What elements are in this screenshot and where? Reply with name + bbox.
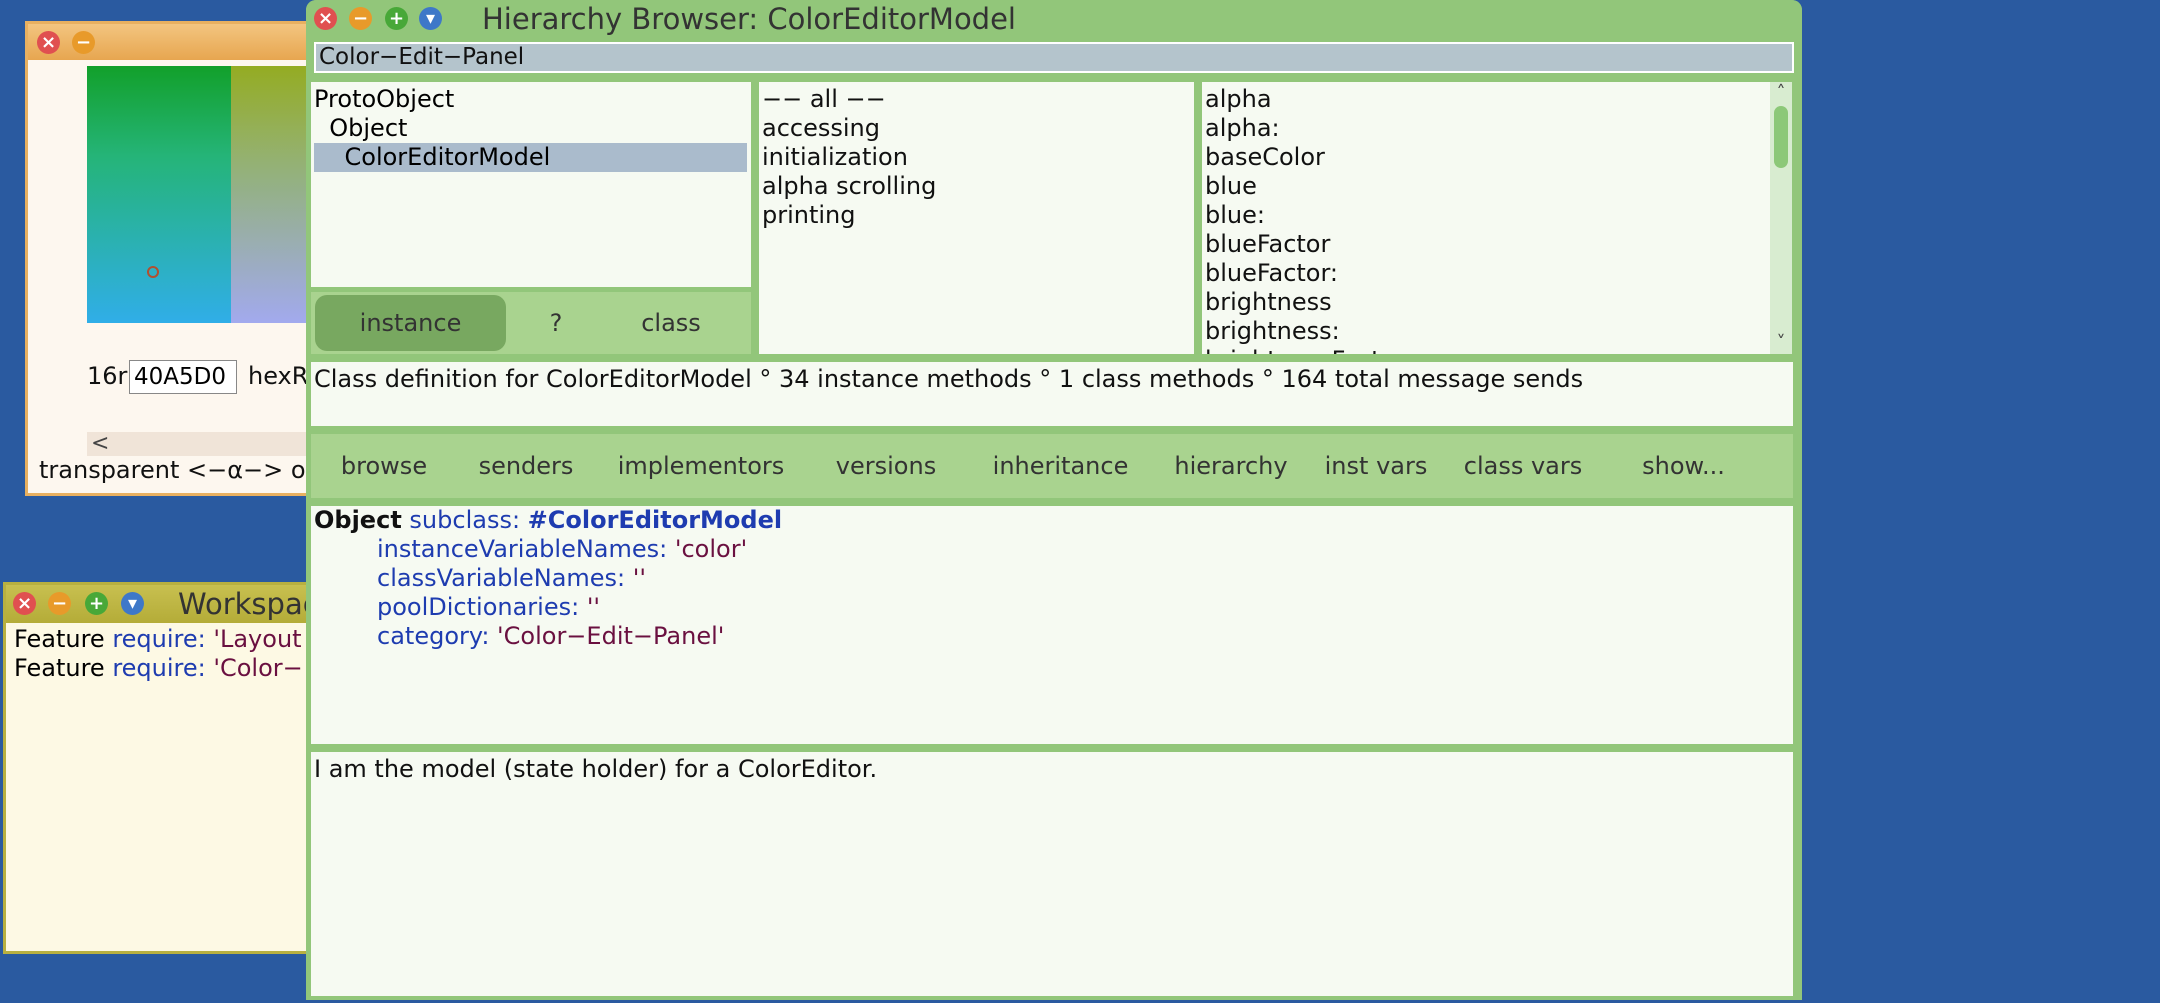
minimize-icon[interactable]: −	[349, 7, 372, 30]
color-editor-titlebar[interactable]: × −	[28, 24, 342, 60]
alpha-label: transparent <−α−> o	[39, 456, 306, 484]
hex-prefix-label: 16r	[87, 362, 128, 390]
class-toggle-button[interactable]: class	[601, 295, 741, 351]
workspace-line[interactable]: Feature require: 'Layout	[14, 625, 302, 653]
selector-item[interactable]: blueFactor	[1205, 230, 1792, 259]
workspace-titlebar[interactable]: × − + ▾ Workspac	[6, 585, 320, 623]
selector-item[interactable]: blue:	[1205, 201, 1792, 230]
window-menu-icon[interactable]: ▾	[419, 7, 442, 30]
minimize-icon[interactable]: −	[48, 592, 71, 615]
category-list[interactable]: −− all −− accessing initialization alpha…	[759, 82, 1194, 354]
browser-title: Hierarchy Browser: ColorEditorModel	[482, 2, 1016, 36]
scroll-down-icon[interactable]: ˅	[1770, 332, 1792, 354]
workspace-window[interactable]: × − + ▾ Workspac Feature require: 'Layou…	[3, 582, 323, 954]
class-info-text: Class definition for ColorEditorModel ° …	[314, 365, 1584, 393]
category-item[interactable]: printing	[762, 201, 1194, 230]
class-comment-text: I am the model (state holder) for a Colo…	[314, 755, 878, 783]
selector-item[interactable]: blueFactor:	[1205, 259, 1792, 288]
versions-button[interactable]: versions	[811, 434, 961, 498]
selector-item[interactable]: blue	[1205, 172, 1792, 201]
code-line: instanceVariableNames: 'color'	[377, 535, 748, 563]
selector-item[interactable]: brightnessFactor	[1205, 346, 1792, 354]
category-item[interactable]: initialization	[762, 143, 1194, 172]
color-picker-cursor[interactable]	[147, 266, 159, 278]
scroll-up-icon[interactable]: ˄	[1770, 82, 1792, 104]
hierarchy-button[interactable]: hierarchy	[1156, 434, 1306, 498]
color-editor-window[interactable]: × − 16r 40A5D0 hexR < transparent <−α−> …	[25, 21, 345, 496]
class-list[interactable]: ProtoObject Object ColorEditorModel	[311, 82, 751, 287]
scrollbar-thumb[interactable]	[1774, 106, 1788, 168]
browser-action-bar: browse senders implementors versions inh…	[311, 434, 1793, 498]
workspace-title: Workspac	[178, 587, 319, 621]
show-button[interactable]: show...	[1616, 434, 1751, 498]
maximize-icon[interactable]: +	[385, 7, 408, 30]
instance-toggle-button[interactable]: instance	[315, 295, 506, 351]
hierarchy-browser-window[interactable]: × − + ▾ Hierarchy Browser: ColorEditorMo…	[306, 0, 1802, 1000]
selector-list[interactable]: alpha alpha: baseColor blue blue: blueFa…	[1202, 82, 1792, 354]
workspace-line[interactable]: Feature require: 'Color−	[14, 654, 303, 682]
selector-item[interactable]: alpha	[1205, 85, 1792, 114]
close-icon[interactable]: ×	[13, 592, 36, 615]
maximize-icon[interactable]: +	[85, 592, 108, 615]
browse-button[interactable]: browse	[319, 434, 449, 498]
selector-item[interactable]: brightness	[1205, 288, 1792, 317]
chevron-left-icon[interactable]: <	[87, 432, 109, 456]
selector-item[interactable]: baseColor	[1205, 143, 1792, 172]
implementors-button[interactable]: implementors	[606, 434, 796, 498]
class-info-pane: Class definition for ColorEditorModel ° …	[311, 362, 1793, 426]
close-icon[interactable]: ×	[37, 31, 60, 54]
class-item-object[interactable]: Object	[314, 114, 751, 143]
inst-vars-button[interactable]: inst vars	[1311, 434, 1441, 498]
window-menu-icon[interactable]: ▾	[121, 592, 144, 615]
code-editor[interactable]: Object subclass: #ColorEditorModel insta…	[311, 506, 1793, 744]
senders-button[interactable]: senders	[456, 434, 596, 498]
comment-toggle-button[interactable]: ?	[516, 295, 596, 351]
selector-item[interactable]: brightness:	[1205, 317, 1792, 346]
hex-rgb-label: hexR	[248, 362, 309, 390]
hex-value-field[interactable]: 40A5D0	[129, 360, 237, 394]
class-vars-button[interactable]: class vars	[1448, 434, 1598, 498]
close-icon[interactable]: ×	[314, 7, 337, 30]
code-line: poolDictionaries: ''	[377, 593, 601, 621]
minimize-icon[interactable]: −	[72, 31, 95, 54]
class-search-input[interactable]: Color−Edit−Panel	[314, 42, 1794, 73]
selector-item[interactable]: alpha:	[1205, 114, 1792, 143]
code-line: Object subclass: #ColorEditorModel	[314, 506, 783, 534]
class-item-protoobject[interactable]: ProtoObject	[314, 85, 751, 114]
class-item-coloreditormodel[interactable]: ColorEditorModel	[314, 143, 747, 172]
category-item[interactable]: accessing	[762, 114, 1194, 143]
inheritance-button[interactable]: inheritance	[978, 434, 1143, 498]
code-line: classVariableNames: ''	[377, 564, 646, 592]
class-comment-editor[interactable]: I am the model (state holder) for a Colo…	[311, 752, 1793, 996]
category-item[interactable]: −− all −−	[762, 85, 1194, 114]
code-line: category: 'Color−Edit−Panel'	[377, 622, 725, 650]
browser-titlebar[interactable]: × − + ▾ Hierarchy Browser: ColorEditorMo…	[306, 0, 1802, 38]
category-item[interactable]: alpha scrolling	[762, 172, 1194, 201]
instance-class-switch: instance ? class	[311, 292, 751, 354]
selector-scrollbar[interactable]: ˄ ˅	[1770, 82, 1792, 354]
